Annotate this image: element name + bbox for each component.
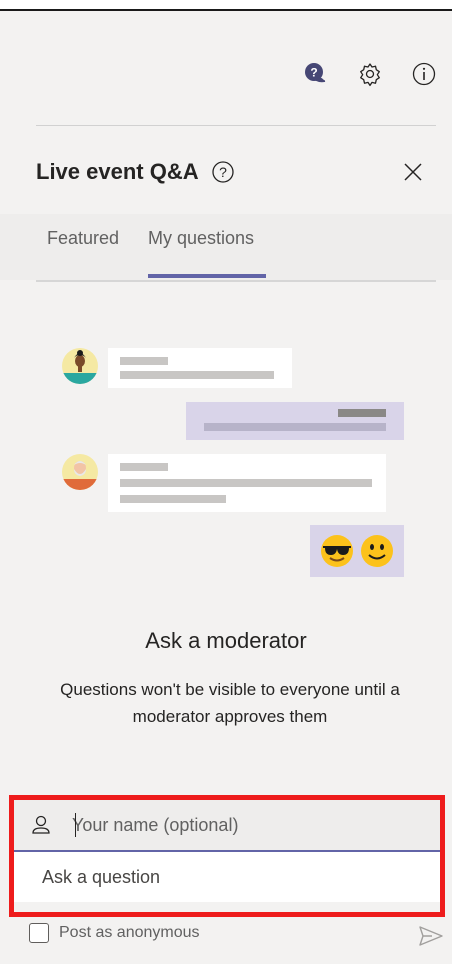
settings-gear-icon[interactable] [356,60,384,88]
tab-divider [36,280,436,282]
illustration-bubble-3 [108,454,386,512]
name-input[interactable] [72,810,422,840]
active-tab-indicator [148,274,266,278]
avatar-woman-icon [62,348,98,384]
svg-text:?: ? [219,164,227,180]
illustration-bubble-1 [108,348,292,388]
anonymous-checkbox[interactable] [29,923,49,943]
tab-my-questions[interactable]: My questions [148,228,254,249]
anonymous-label: Post as anonymous [59,924,200,941]
close-icon[interactable] [400,159,426,185]
toolbar-divider [36,125,436,126]
anonymous-option[interactable]: Post as anonymous [29,923,200,943]
panel-title: Live event Q&A [36,159,199,184]
qa-chat-icon[interactable]: ? [302,60,330,88]
help-icon[interactable]: ? [211,160,235,184]
empty-state-illustration [0,340,452,580]
smile-emoji-icon [361,535,393,567]
avatar-man-icon [62,454,98,490]
window-top-edge [0,0,452,11]
compose-box [14,800,440,902]
sunglasses-emoji-icon [321,535,353,567]
send-icon[interactable] [418,924,444,948]
illustration-emoji-bubble [310,525,404,577]
top-toolbar: ? [302,60,438,88]
empty-state-description: Questions won't be visible to everyone u… [60,680,400,726]
illustration-bubble-2 [186,402,404,440]
question-input[interactable] [14,852,440,902]
empty-state-title: Ask a moderator [145,628,307,653]
tab-featured[interactable]: Featured [47,228,119,249]
svg-text:?: ? [310,66,317,80]
info-icon[interactable] [410,60,438,88]
text-caret [75,813,76,837]
name-row [14,800,440,852]
panel-header: Live event Q&A ? [36,157,426,187]
person-icon [30,814,52,836]
